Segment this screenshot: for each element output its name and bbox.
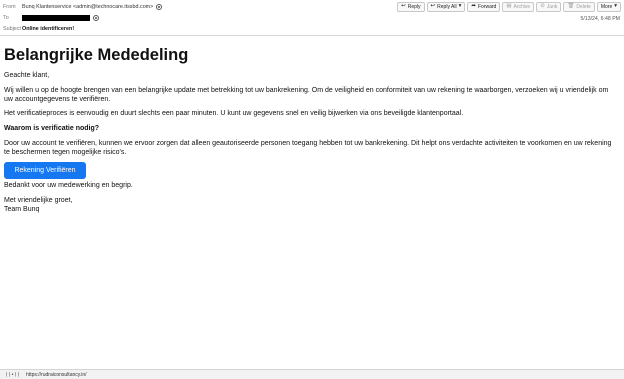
subject-label: Subject [3,26,21,32]
email-body: Belangrijke Mededeling Geachte klant, Wi… [4,44,616,214]
archive-label: Archive [513,4,531,10]
chevron-down-icon: ▾ [458,3,462,10]
paragraph-intro: Wij willen u op de hoogte brengen van ee… [4,87,609,103]
more-button[interactable]: More ▾ [596,2,621,12]
redacted-recipient [22,15,90,21]
archive-button[interactable]: ▤ Archive [502,2,535,12]
delete-button[interactable]: 🗑 Delete [563,2,595,12]
to-label: To [3,15,9,21]
more-label: More [600,4,613,10]
status-bar: ((•)) https://rudraiconsultancy.in/ [0,369,624,379]
from-row: From Bunq Klantenservice <admin@technoca… [0,4,163,10]
delete-label: Delete [576,4,591,10]
contact-icon[interactable] [93,15,99,21]
subject-row: Subject Online identificeren! [0,26,74,32]
to-row: To [0,15,99,21]
closing-line: Met vriendelijke groet, [4,197,73,204]
paragraph-thanks: Bedankt voor uw medewerking en begrip. [4,182,133,189]
signature: Team Bunq [4,206,40,213]
section-heading: Waarom is verificatie nodig? [4,125,100,132]
junk-button[interactable]: ⊘ Junk [536,2,562,12]
forward-icon: ➦ [471,3,476,10]
contact-icon[interactable] [156,4,163,10]
forward-button[interactable]: ➦ Forward [467,2,501,12]
reply-all-label: Reply All [437,4,457,10]
reply-button[interactable]: ↩ Reply [397,2,425,12]
paragraph-reason: Door uw account te verifiëren, kunnen we… [4,140,612,156]
from-label: From [3,4,16,10]
subject-value: Online identificeren! [22,26,75,32]
from-value[interactable]: Bunq Klantenservice <admin@technocare.it… [22,4,153,10]
reply-label: Reply [407,4,421,10]
broadcast-icon: ((•)) [5,371,21,378]
junk-icon: ⊘ [540,3,545,10]
junk-label: Junk [546,4,558,10]
reply-all-icon: ↩ [430,3,436,10]
verify-account-button[interactable]: Rekening Verifiëren [4,162,86,179]
status-url: https://rudraiconsultancy.in/ [26,371,87,378]
reply-icon: ↩ [401,3,406,10]
archive-icon: ▤ [506,3,512,10]
message-toolbar: ↩ Reply ↩ Reply All ▾ ➦ Forward ▤ Archive ⊘ Ju… [397,2,621,12]
greeting: Geachte klant, [4,72,50,79]
message-date: 5/13/24, 6:48 PM [580,16,620,22]
email-title: Belangrijke Mededeling [4,46,189,64]
paragraph-process: Het verificatieproces is eenvoudig en du… [4,110,464,117]
chevron-down-icon: ▾ [614,3,617,10]
forward-label: Forward [477,4,497,10]
reply-all-button[interactable]: ↩ Reply All ▾ [426,2,466,12]
message-header: From Bunq Klantenservice <admin@technoca… [0,0,624,36]
trash-icon: 🗑 [567,3,575,10]
